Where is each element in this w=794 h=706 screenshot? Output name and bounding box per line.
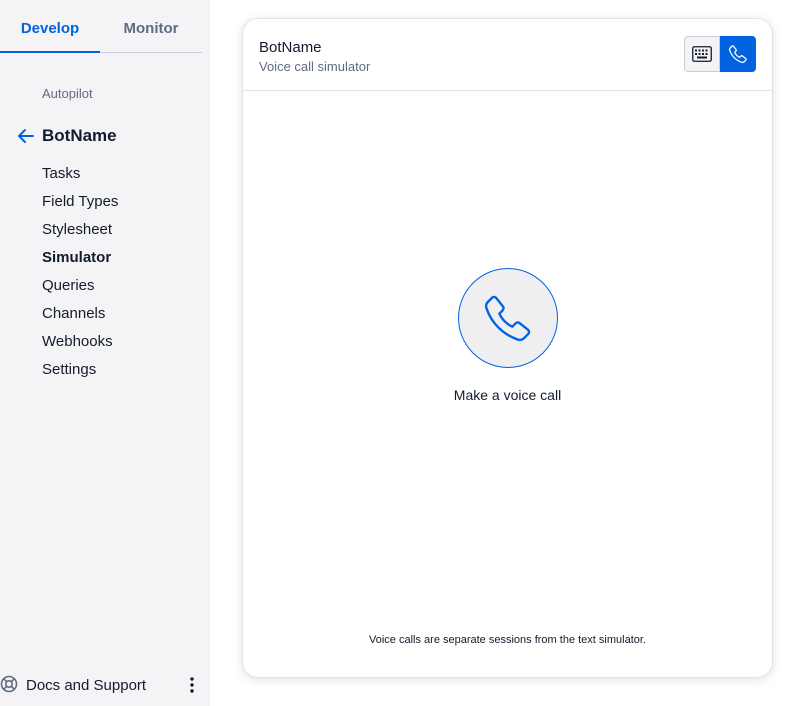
back-button[interactable] [16, 125, 36, 147]
simulator-header: BotName Voice call simulator [243, 19, 772, 91]
tab-monitor[interactable]: Monitor [100, 0, 202, 53]
sidebar-item-settings[interactable]: Settings [42, 360, 118, 388]
voice-call-button[interactable] [720, 36, 756, 72]
bot-title: BotName [42, 126, 117, 145]
sidebar-item-channels[interactable]: Channels [42, 304, 118, 332]
tab-develop[interactable]: Develop [0, 0, 100, 53]
keypad-icon [692, 46, 712, 62]
sidebar-item-webhooks[interactable]: Webhooks [42, 332, 118, 360]
keypad-button[interactable] [684, 36, 720, 72]
make-voice-call-button[interactable] [458, 268, 558, 368]
sidebar-item-simulator[interactable]: Simulator [42, 248, 118, 276]
kebab-menu-icon[interactable] [184, 675, 200, 695]
simulator-subtitle: Voice call simulator [259, 59, 371, 74]
sidebar: Develop Monitor Autopilot BotName Tasks … [0, 0, 210, 706]
arrow-left-icon [18, 129, 34, 143]
section-label: Autopilot [42, 86, 93, 101]
simulator-title: BotName [259, 39, 322, 56]
simulator-note: Voice calls are separate sessions from t… [369, 634, 646, 646]
sidebar-item-tasks[interactable]: Tasks [42, 164, 118, 192]
sidebar-nav: Tasks Field Types Stylesheet Simulator Q… [42, 164, 118, 388]
phone-icon [728, 45, 747, 64]
docs-and-support-link[interactable]: Docs and Support [26, 677, 146, 694]
phone-icon [484, 295, 531, 342]
sidebar-item-stylesheet[interactable]: Stylesheet [42, 220, 118, 248]
sidebar-item-field-types[interactable]: Field Types [42, 192, 118, 220]
make-voice-call-label: Make a voice call [453, 387, 562, 403]
sidebar-footer: Docs and Support [0, 672, 210, 698]
sidebar-item-queries[interactable]: Queries [42, 276, 118, 304]
simulator-card: BotName Voice call simulator Make a voic… [242, 18, 773, 678]
tab-bar: Develop Monitor [0, 0, 202, 53]
lifebuoy-icon [0, 675, 18, 693]
